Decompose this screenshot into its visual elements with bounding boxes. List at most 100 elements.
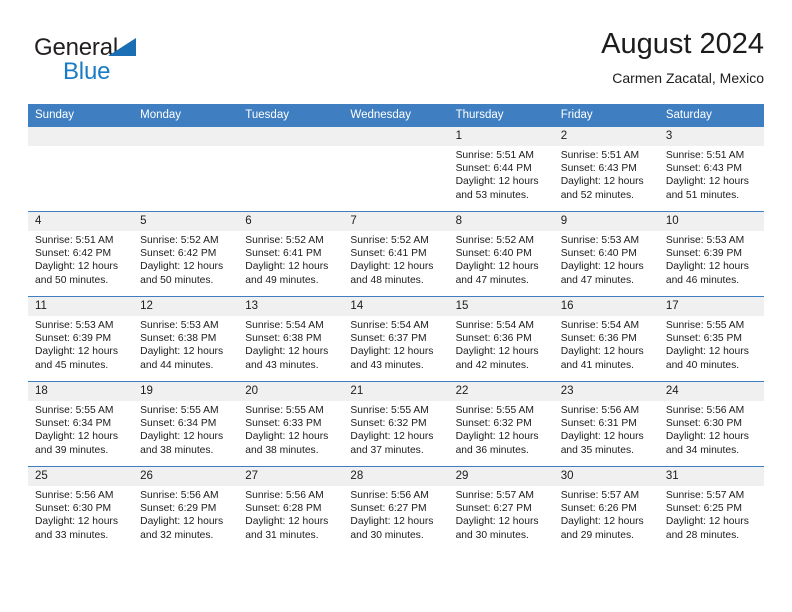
calendar-day-cell[interactable]: 24 Sunrise: 5:56 AM Sunset: 6:30 PM Dayligh… [658, 381, 764, 467]
calendar-day-cell[interactable]: 14 Sunrise: 5:54 AM Sunset: 6:37 PM Dayligh… [343, 296, 449, 382]
calendar-day-cell[interactable]: 4 Sunrise: 5:51 AM Sunset: 6:42 PM Daylight… [28, 211, 134, 297]
calendar-day-cell[interactable]: 25 Sunrise: 5:56 AM Sunset: 6:30 PM Dayligh… [28, 466, 134, 551]
sunset-text: Sunset: 6:39 PM [35, 333, 112, 345]
day-details: Sunrise: 5:56 AM Sunset: 6:29 PM Daylight:… [133, 486, 238, 542]
calendar-day-cell[interactable]: 31 Sunrise: 5:57 AM Sunset: 6:25 PM Dayligh… [658, 466, 764, 551]
calendar-day-cell[interactable]: 18 Sunrise: 5:55 AM Sunset: 6:34 PM Dayligh… [28, 381, 134, 467]
day-number: 29 [448, 467, 554, 486]
sunrise-text: Sunrise: 5:57 AM [665, 490, 745, 501]
day-number: 17 [658, 297, 764, 316]
calendar-day-cell[interactable]: 26 Sunrise: 5:56 AM Sunset: 6:29 PM Dayligh… [133, 466, 239, 551]
calendar-day-cell[interactable]: 8 Sunrise: 5:52 AM Sunset: 6:40 PM Daylight… [448, 211, 554, 297]
day-number: 22 [448, 382, 554, 401]
triangle-icon [108, 38, 136, 56]
daylight-text-line1: Daylight: 12 hours [665, 261, 749, 273]
day-number: 24 [658, 382, 764, 401]
calendar-day-cell[interactable]: 12 Sunrise: 5:53 AM Sunset: 6:38 PM Dayligh… [133, 296, 239, 382]
weekday-header-wednesday: Wednesday [343, 104, 449, 127]
calendar-page: General Blue August 2024 Carmen Zacatal,… [0, 0, 792, 612]
daylight-text-line1: Daylight: 12 hours [455, 346, 539, 358]
sunset-text: Sunset: 6:36 PM [455, 333, 532, 345]
sunrise-text: Sunrise: 5:53 AM [35, 320, 114, 331]
daylight-text-line1: Daylight: 12 hours [665, 516, 749, 528]
day-number [238, 127, 344, 146]
daylight-text-line2: and 35 minutes. [560, 444, 634, 456]
sunset-text: Sunset: 6:35 PM [665, 333, 742, 345]
day-number: 2 [553, 127, 659, 146]
day-details: Sunrise: 5:55 AM Sunset: 6:34 PM Daylight:… [133, 401, 238, 457]
calendar-day-cell[interactable]: 17 Sunrise: 5:55 AM Sunset: 6:35 PM Dayligh… [658, 296, 764, 382]
calendar-day-cell[interactable]: 16 Sunrise: 5:54 AM Sunset: 6:36 PM Dayligh… [553, 296, 659, 382]
calendar-day-cell[interactable]: 21 Sunrise: 5:55 AM Sunset: 6:32 PM Dayligh… [343, 381, 449, 467]
calendar-day-cell[interactable]: 20 Sunrise: 5:55 AM Sunset: 6:33 PM Dayligh… [238, 381, 344, 467]
calendar-day-cell[interactable]: 15 Sunrise: 5:54 AM Sunset: 6:36 PM Dayligh… [448, 296, 554, 382]
daylight-text-line2: and 43 minutes. [350, 359, 424, 371]
sunset-text: Sunset: 6:30 PM [35, 503, 112, 515]
sunset-text: Sunset: 6:34 PM [35, 418, 112, 430]
day-details: Sunrise: 5:57 AM Sunset: 6:25 PM Daylight:… [659, 486, 764, 542]
day-details: Sunrise: 5:55 AM Sunset: 6:32 PM Daylight:… [449, 401, 554, 457]
calendar-week-row: 1 Sunrise: 5:51 AM Sunset: 6:44 PM Daylight… [28, 126, 764, 212]
calendar-day-cell[interactable]: 2 Sunrise: 5:51 AM Sunset: 6:43 PM Daylight… [553, 126, 659, 212]
calendar-day-cell[interactable]: 19 Sunrise: 5:55 AM Sunset: 6:34 PM Dayligh… [133, 381, 239, 467]
sunrise-text: Sunrise: 5:53 AM [560, 235, 640, 246]
brand-logo[interactable]: General Blue [34, 34, 254, 92]
calendar-day-cell[interactable]: 9 Sunrise: 5:53 AM Sunset: 6:40 PM Daylight… [553, 211, 659, 297]
daylight-text-line1: Daylight: 12 hours [350, 431, 434, 443]
daylight-text-line1: Daylight: 12 hours [665, 346, 749, 358]
sunrise-text: Sunrise: 5:52 AM [455, 235, 534, 246]
calendar-week-row: 25 Sunrise: 5:56 AM Sunset: 6:30 PM Dayligh… [28, 466, 764, 551]
calendar-day-cell[interactable]: 28 Sunrise: 5:56 AM Sunset: 6:27 PM Dayligh… [343, 466, 449, 551]
calendar-day-cell[interactable]: 23 Sunrise: 5:56 AM Sunset: 6:31 PM Dayligh… [553, 381, 659, 467]
day-number [133, 127, 239, 146]
sunrise-text: Sunrise: 5:54 AM [350, 320, 429, 331]
daylight-text-line2: and 42 minutes. [455, 359, 529, 371]
sunset-text: Sunset: 6:42 PM [35, 248, 112, 260]
daylight-text-line2: and 38 minutes. [245, 444, 319, 456]
calendar-day-cell[interactable]: 29 Sunrise: 5:57 AM Sunset: 6:27 PM Dayligh… [448, 466, 554, 551]
daylight-text-line2: and 37 minutes. [350, 444, 424, 456]
calendar-day-cell[interactable]: 6 Sunrise: 5:52 AM Sunset: 6:41 PM Daylight… [238, 211, 344, 297]
daylight-text-line1: Daylight: 12 hours [35, 431, 118, 443]
daylight-text-line1: Daylight: 12 hours [560, 516, 644, 528]
calendar-day-cell[interactable]: 5 Sunrise: 5:52 AM Sunset: 6:42 PM Daylight… [133, 211, 239, 297]
calendar-day-cell[interactable]: 3 Sunrise: 5:51 AM Sunset: 6:43 PM Daylight… [658, 126, 764, 212]
day-details: Sunrise: 5:55 AM Sunset: 6:34 PM Daylight:… [28, 401, 133, 457]
weekday-header-sunday: Sunday [28, 104, 134, 127]
daylight-text-line2: and 49 minutes. [245, 274, 319, 286]
calendar-cell-empty [238, 126, 344, 212]
daylight-text-line1: Daylight: 12 hours [245, 431, 329, 443]
sunset-text: Sunset: 6:34 PM [140, 418, 217, 430]
daylight-text-line2: and 50 minutes. [35, 274, 109, 286]
daylight-text-line2: and 41 minutes. [560, 359, 634, 371]
day-number: 15 [448, 297, 554, 316]
sunrise-text: Sunrise: 5:55 AM [350, 405, 429, 416]
sunset-text: Sunset: 6:36 PM [560, 333, 637, 345]
day-details: Sunrise: 5:53 AM Sunset: 6:39 PM Daylight:… [659, 231, 764, 287]
weekday-header-thursday: Thursday [448, 104, 554, 127]
sunrise-text: Sunrise: 5:54 AM [455, 320, 534, 331]
day-details: Sunrise: 5:54 AM Sunset: 6:37 PM Daylight:… [343, 316, 448, 372]
weekday-header-saturday: Saturday [658, 104, 764, 127]
page-header: General Blue August 2024 Carmen Zacatal,… [28, 26, 764, 98]
calendar-day-cell[interactable]: 22 Sunrise: 5:55 AM Sunset: 6:32 PM Dayligh… [448, 381, 554, 467]
daylight-text-line1: Daylight: 12 hours [35, 516, 118, 528]
day-details: Sunrise: 5:55 AM Sunset: 6:35 PM Daylight:… [659, 316, 764, 372]
calendar-day-cell[interactable]: 30 Sunrise: 5:57 AM Sunset: 6:26 PM Dayligh… [553, 466, 659, 551]
calendar-day-cell[interactable]: 27 Sunrise: 5:56 AM Sunset: 6:28 PM Dayligh… [238, 466, 344, 551]
sunset-text: Sunset: 6:27 PM [455, 503, 532, 515]
calendar-day-cell[interactable]: 1 Sunrise: 5:51 AM Sunset: 6:44 PM Daylight… [448, 126, 554, 212]
calendar-day-cell[interactable]: 11 Sunrise: 5:53 AM Sunset: 6:39 PM Dayligh… [28, 296, 134, 382]
daylight-text-line1: Daylight: 12 hours [350, 261, 434, 273]
calendar-day-cell[interactable]: 7 Sunrise: 5:52 AM Sunset: 6:41 PM Daylight… [343, 211, 449, 297]
calendar-day-cell[interactable]: 10 Sunrise: 5:53 AM Sunset: 6:39 PM Dayligh… [658, 211, 764, 297]
calendar-day-cell[interactable]: 13 Sunrise: 5:54 AM Sunset: 6:38 PM Dayligh… [238, 296, 344, 382]
day-number: 10 [658, 212, 764, 231]
daylight-text-line2: and 39 minutes. [35, 444, 109, 456]
day-number: 27 [238, 467, 344, 486]
daylight-text-line1: Daylight: 12 hours [350, 346, 434, 358]
day-details: Sunrise: 5:56 AM Sunset: 6:30 PM Daylight:… [659, 401, 764, 457]
daylight-text-line2: and 52 minutes. [560, 189, 634, 201]
daylight-text-line2: and 32 minutes. [140, 529, 214, 541]
day-number: 1 [448, 127, 554, 146]
